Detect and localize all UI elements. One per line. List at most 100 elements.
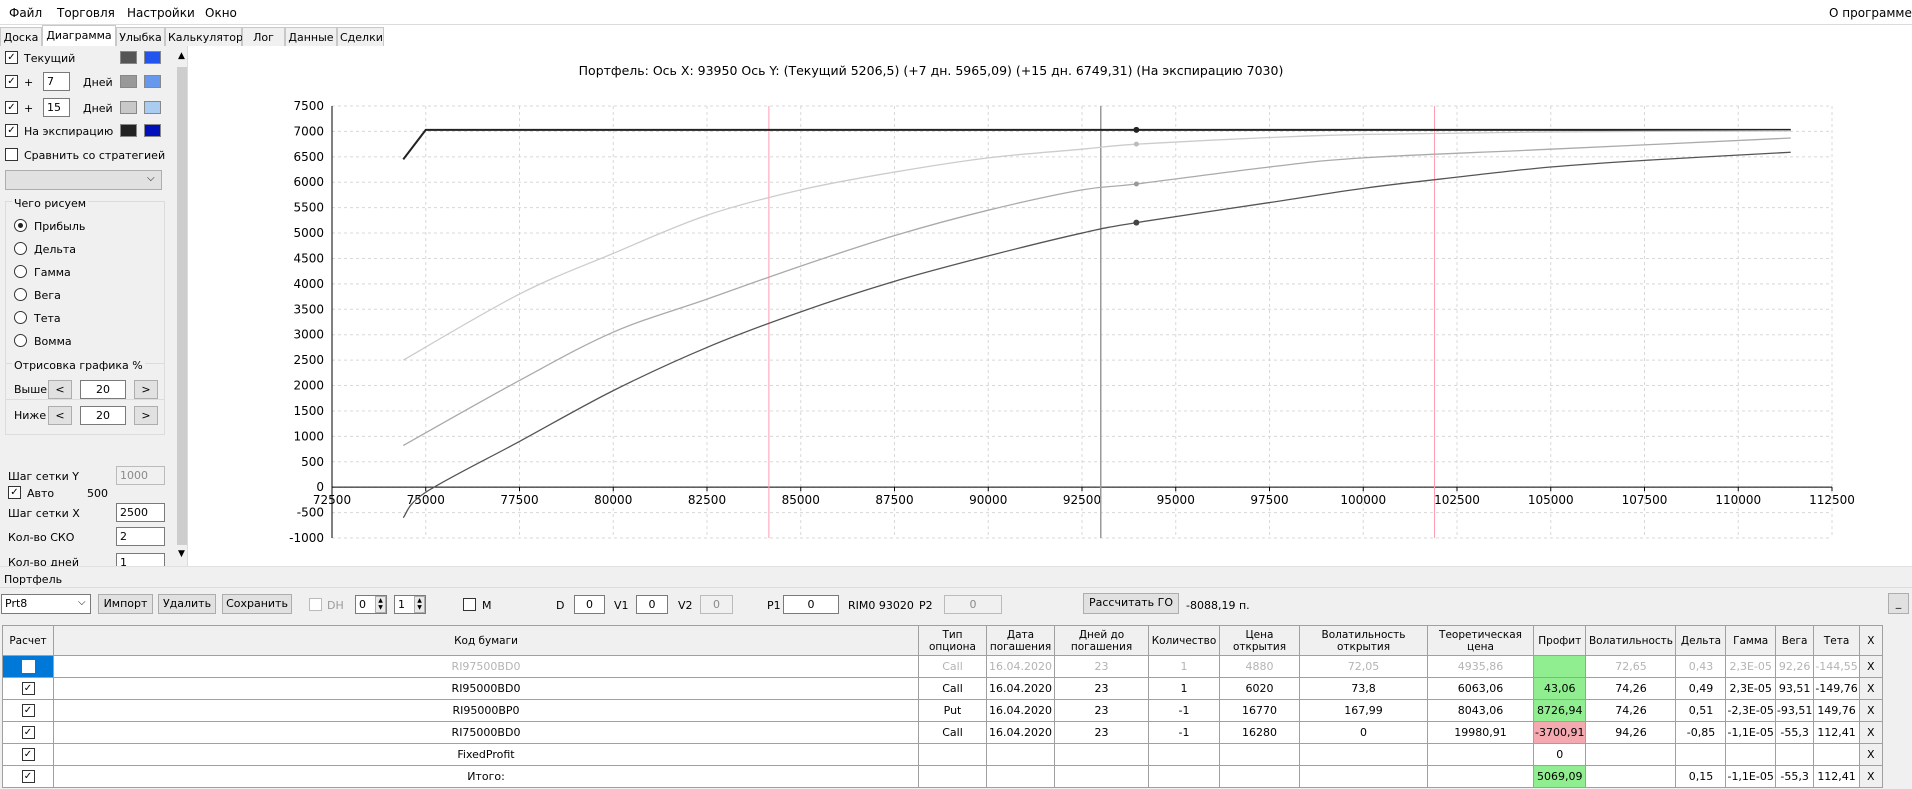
col-header-calc[interactable]: Расчет bbox=[2, 625, 54, 656]
delete-row-button[interactable]: X bbox=[1858, 721, 1883, 744]
scrollbar-thumb[interactable] bbox=[177, 67, 187, 545]
table-row[interactable]: ✓ RI75000BD0 Call 16.04.2020 23 -1 16280… bbox=[2, 721, 1883, 744]
tab-board[interactable]: Доска bbox=[0, 27, 42, 46]
menu-window[interactable]: Окно bbox=[205, 6, 237, 20]
calc-checkbox[interactable]: ✓ bbox=[21, 748, 35, 762]
grid-x-input[interactable]: 2500 bbox=[116, 503, 165, 522]
cell-qty[interactable]: 1 bbox=[1148, 655, 1220, 678]
col-header-open-vol[interactable]: Волатильность открытия bbox=[1299, 625, 1428, 656]
left-panel-scrollbar[interactable]: ▲ ▼ bbox=[176, 51, 187, 561]
scroll-up-icon[interactable]: ▲ bbox=[178, 51, 185, 61]
tab-smile[interactable]: Улыбка bbox=[116, 27, 165, 46]
v2-input[interactable]: 0 bbox=[700, 595, 733, 614]
menu-settings[interactable]: Настройки bbox=[127, 6, 195, 20]
calc-checkbox-cell[interactable]: ✓ bbox=[2, 677, 54, 700]
col-header-open-price[interactable]: Цена открытия bbox=[1219, 625, 1300, 656]
calc-checkbox-cell[interactable] bbox=[2, 655, 54, 678]
calc-checkbox[interactable]: ✓ bbox=[21, 704, 35, 718]
above-input[interactable]: 20 bbox=[80, 380, 126, 399]
radio-theta[interactable] bbox=[14, 311, 27, 324]
save-button[interactable]: Сохранить bbox=[222, 594, 292, 614]
calc-checkbox-cell[interactable]: ✓ bbox=[2, 765, 54, 788]
days1-checkbox[interactable]: ✓ bbox=[5, 75, 18, 88]
col-header-gamma[interactable]: Гамма bbox=[1725, 625, 1776, 656]
days1-input[interactable]: 7 bbox=[43, 72, 70, 91]
swatch-7-dark[interactable] bbox=[120, 75, 137, 88]
col-header-date[interactable]: Дата погашения bbox=[986, 625, 1055, 656]
delete-row-button[interactable]: X bbox=[1858, 699, 1883, 722]
calc-checkbox[interactable]: ✓ bbox=[21, 770, 35, 784]
above-increase-button[interactable]: > bbox=[134, 380, 158, 399]
swatch-exp-dark[interactable] bbox=[120, 124, 137, 137]
table-row[interactable]: ✓ RI95000BP0 Put 16.04.2020 23 -1 16770 … bbox=[2, 699, 1883, 722]
m-checkbox[interactable] bbox=[463, 598, 476, 611]
dh-checkbox[interactable] bbox=[309, 598, 322, 611]
swatch-current-dark[interactable] bbox=[120, 51, 137, 64]
calc-checkbox[interactable]: ✓ bbox=[21, 682, 35, 696]
spin2-arrows[interactable]: ▲ ▼ bbox=[414, 596, 425, 613]
col-header-delta[interactable]: Дельта bbox=[1675, 625, 1727, 656]
radio-gamma[interactable] bbox=[14, 265, 27, 278]
radio-delta[interactable] bbox=[14, 242, 27, 255]
calc-checkbox-cell[interactable]: ✓ bbox=[2, 721, 54, 744]
grid-y-input[interactable]: 1000 bbox=[116, 466, 165, 485]
days2-checkbox[interactable]: ✓ bbox=[5, 101, 18, 114]
scroll-down-icon[interactable]: ▼ bbox=[178, 549, 185, 559]
col-header-vol[interactable]: Волатильность bbox=[1585, 625, 1677, 656]
cell-profit[interactable]: 0 bbox=[1532, 743, 1587, 766]
swatch-7-blue[interactable] bbox=[144, 75, 161, 88]
below-input[interactable]: 20 bbox=[80, 406, 126, 425]
tab-data[interactable]: Данные bbox=[285, 27, 337, 46]
d-input[interactable]: 0 bbox=[574, 595, 605, 614]
radio-vomma[interactable] bbox=[14, 334, 27, 347]
col-header-type[interactable]: Тип опциона bbox=[918, 625, 987, 656]
delete-button[interactable]: Удалить bbox=[158, 594, 216, 614]
calc-checkbox[interactable] bbox=[21, 660, 35, 674]
above-decrease-button[interactable]: < bbox=[48, 380, 72, 399]
tab-diagram[interactable]: Диаграмма bbox=[42, 25, 116, 46]
swatch-exp-blue[interactable] bbox=[144, 124, 161, 137]
spin1-arrows[interactable]: ▲ ▼ bbox=[375, 596, 386, 613]
auto-checkbox[interactable]: ✓ bbox=[8, 486, 21, 499]
expiry-checkbox[interactable]: ✓ bbox=[5, 124, 18, 137]
table-row[interactable]: ✓ FixedProfit 0 X bbox=[2, 743, 1883, 766]
p2-input[interactable]: 0 bbox=[944, 595, 1002, 614]
col-header-x[interactable]: X bbox=[1858, 625, 1883, 656]
radio-vega[interactable] bbox=[14, 288, 27, 301]
below-decrease-button[interactable]: < bbox=[48, 406, 72, 425]
tab-log[interactable]: Лог bbox=[242, 27, 285, 46]
menu-trade[interactable]: Торговля bbox=[57, 6, 115, 20]
table-row[interactable]: RI97500BD0 Call 16.04.2020 23 1 4880 72,… bbox=[2, 655, 1883, 678]
below-increase-button[interactable]: > bbox=[134, 406, 158, 425]
minimize-button[interactable]: _ bbox=[1888, 593, 1909, 614]
table-row[interactable]: ✓ RI95000BD0 Call 16.04.2020 23 1 6020 7… bbox=[2, 677, 1883, 700]
col-header-qty[interactable]: Количество bbox=[1148, 625, 1220, 656]
compare-strategy-select[interactable] bbox=[5, 170, 162, 190]
import-button[interactable]: Импорт bbox=[98, 594, 153, 614]
cell-open[interactable]: 16770 bbox=[1219, 699, 1300, 722]
menu-file[interactable]: Файл bbox=[9, 6, 42, 20]
days-count-input[interactable]: 1 bbox=[116, 553, 165, 566]
current-checkbox[interactable]: ✓ bbox=[5, 51, 18, 64]
cell-qty[interactable]: -1 bbox=[1148, 721, 1220, 744]
col-header-profit[interactable]: Профит bbox=[1532, 625, 1587, 656]
cell-qty[interactable]: -1 bbox=[1148, 699, 1220, 722]
calc-checkbox[interactable]: ✓ bbox=[21, 726, 35, 740]
calc-go-button[interactable]: Рассчитать ГО bbox=[1083, 593, 1179, 614]
delete-row-button[interactable]: X bbox=[1858, 655, 1883, 678]
calc-checkbox-cell[interactable]: ✓ bbox=[2, 699, 54, 722]
profit-chart[interactable]: Портфель: Ось X: 93950 Ось Y: (Текущий 5… bbox=[189, 46, 1912, 566]
delete-row-button[interactable]: X bbox=[1858, 743, 1883, 766]
swatch-current-blue[interactable] bbox=[144, 51, 161, 64]
radio-profit[interactable] bbox=[14, 219, 27, 232]
cell-open[interactable]: 4880 bbox=[1219, 655, 1300, 678]
cell-open[interactable]: 16280 bbox=[1219, 721, 1300, 744]
swatch-15-blue[interactable] bbox=[144, 101, 161, 114]
cell-open[interactable]: 6020 bbox=[1219, 677, 1300, 700]
col-header-theor-price[interactable]: Теоретическая цена bbox=[1427, 625, 1534, 656]
delete-row-button[interactable]: X bbox=[1858, 677, 1883, 700]
calc-checkbox-cell[interactable]: ✓ bbox=[2, 743, 54, 766]
col-header-code[interactable]: Код бумаги bbox=[53, 625, 919, 656]
menu-about[interactable]: О программе bbox=[1829, 6, 1912, 20]
tab-deals[interactable]: Сделки bbox=[337, 27, 384, 46]
